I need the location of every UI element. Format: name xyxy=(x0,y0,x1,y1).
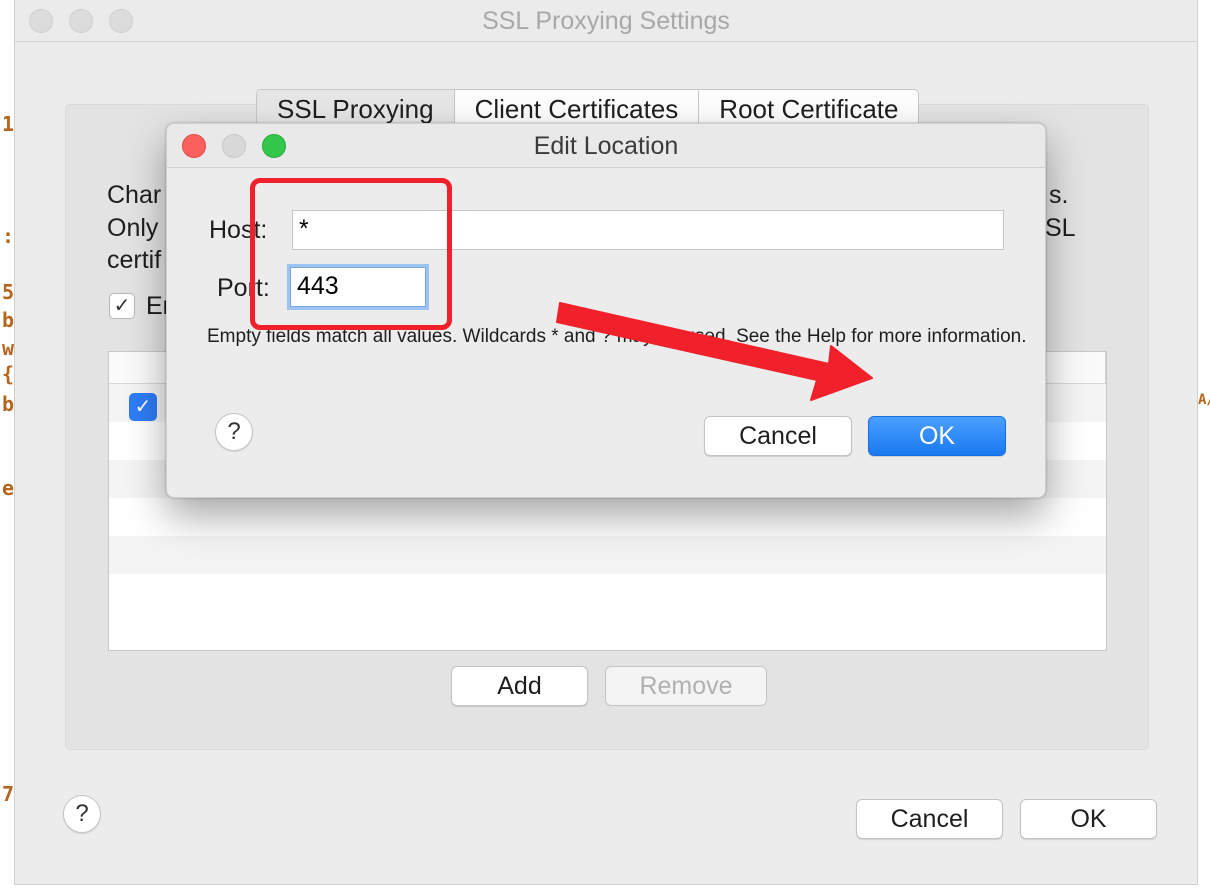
annotation-arrow-icon xyxy=(556,302,873,401)
